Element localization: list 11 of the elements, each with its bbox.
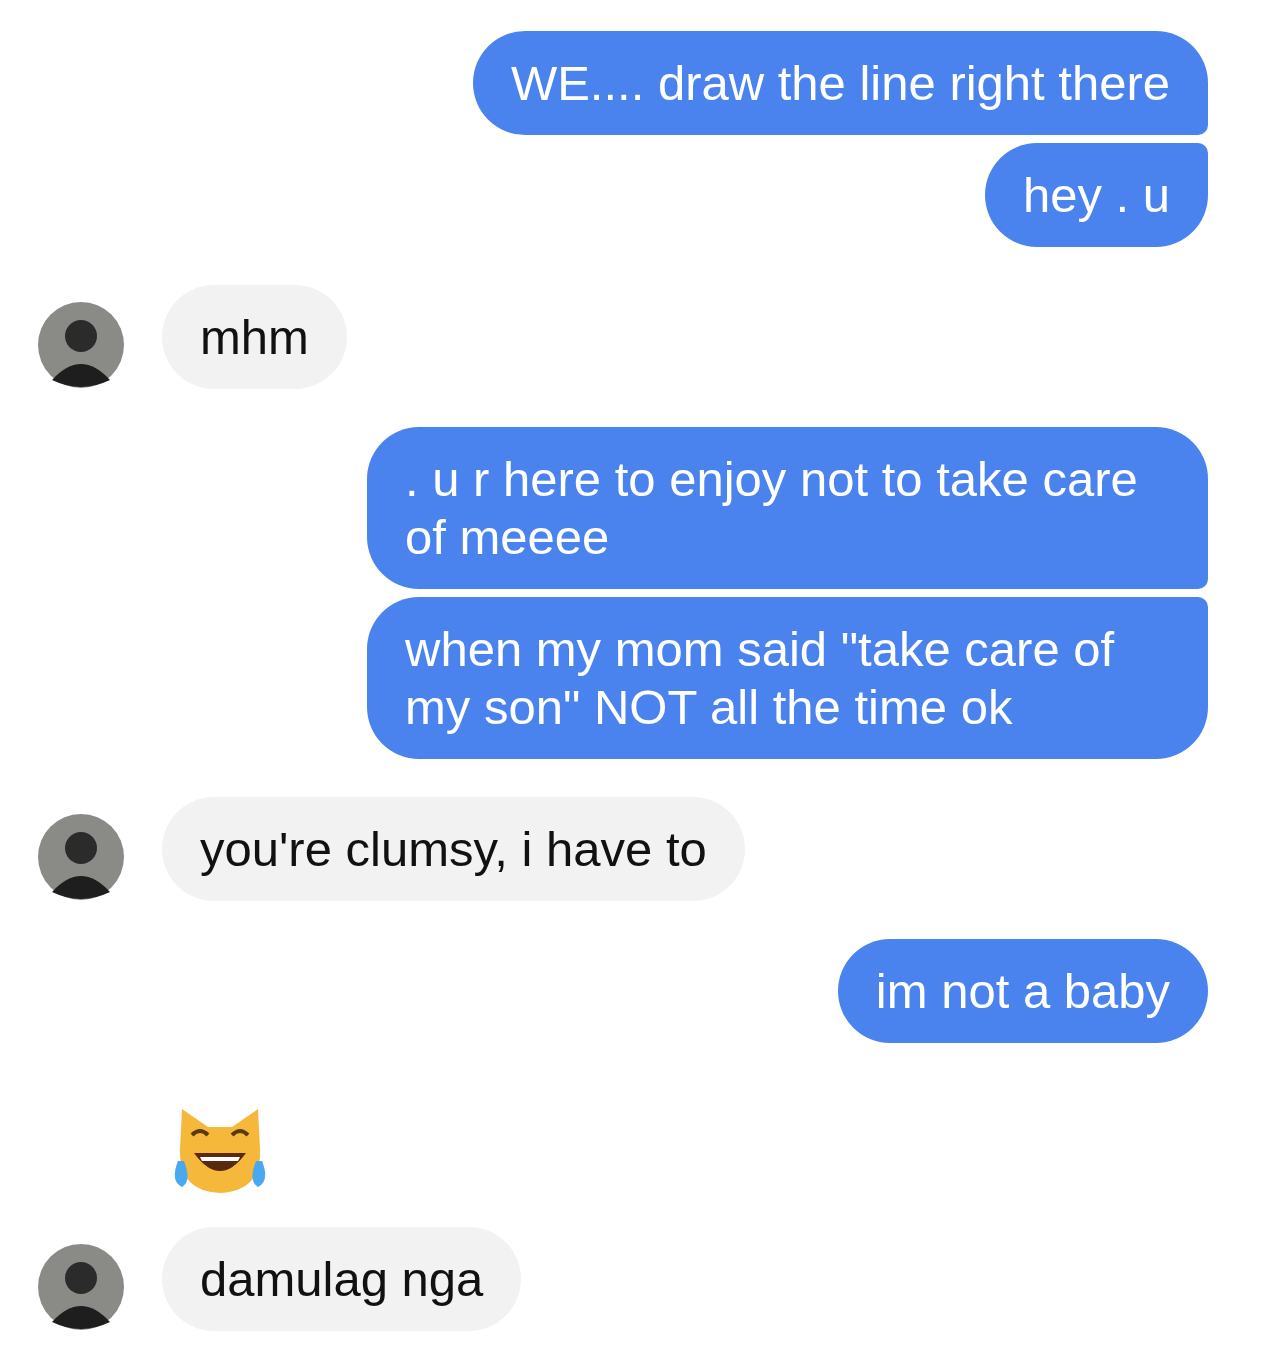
- message-bubble: when my mom said "take care of my son" NOT all the time ok: [367, 597, 1208, 759]
- message-bubble: im not a baby: [837, 939, 1208, 1043]
- message-bubble: hey . u: [984, 143, 1208, 247]
- avatar-icon: [38, 302, 124, 388]
- avatar-icon: [38, 1244, 124, 1330]
- message-bubble: damulag nga: [162, 1227, 522, 1331]
- message-bubble: mhm: [162, 285, 347, 389]
- message-bubble: . u r here to enjoy not to take care of meeee: [367, 427, 1208, 589]
- avatar-icon: [38, 814, 124, 900]
- message-bubble: you're clumsy, i have to: [162, 797, 745, 901]
- message-bubble: WE.... draw the line right there: [472, 31, 1208, 135]
